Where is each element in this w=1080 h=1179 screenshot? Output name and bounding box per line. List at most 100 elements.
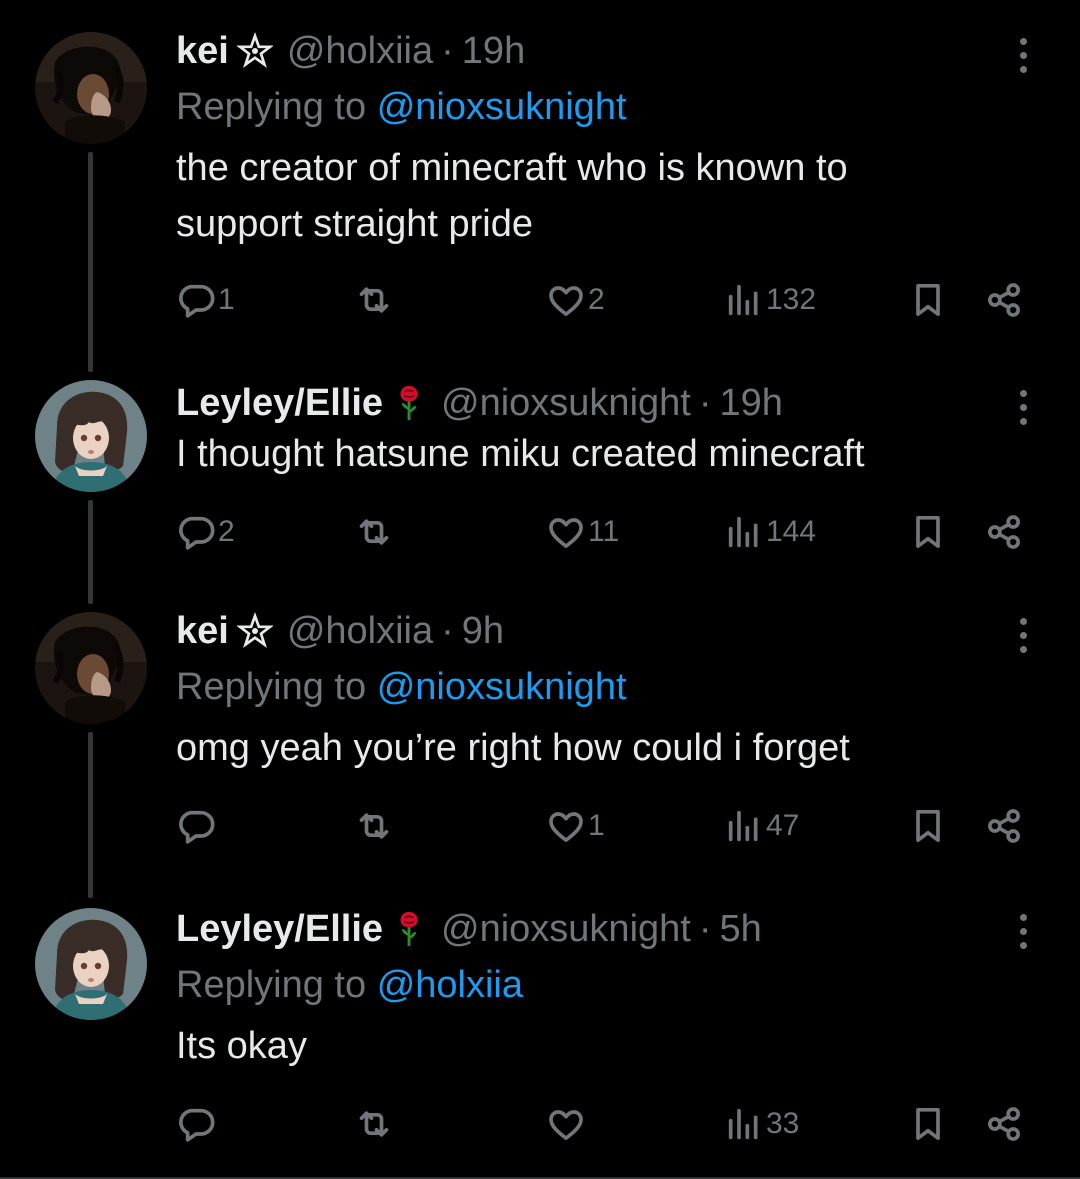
more-options-icon[interactable] — [1008, 38, 1038, 73]
tweet-text-line: the creator of minecraft who is known to — [176, 147, 848, 189]
retweet-button[interactable] — [354, 806, 396, 846]
action-bar: 1 47 — [176, 806, 1036, 852]
separator-dot: · — [441, 30, 454, 72]
reply-button[interactable] — [176, 1104, 218, 1144]
separator-dot: · — [698, 382, 712, 424]
user-handle[interactable]: @nioxsuknight — [441, 906, 691, 952]
pentagram-icon — [237, 31, 273, 71]
tweet-text-line: omg yeah you’re right how could i forget — [176, 727, 850, 769]
timestamp[interactable]: 19h — [462, 28, 525, 74]
display-name[interactable]: Leyley/Ellie — [176, 906, 383, 952]
replying-prefix: Replying to — [176, 666, 367, 708]
share-button[interactable] — [984, 1104, 1024, 1144]
avatar[interactable] — [35, 908, 147, 1020]
views-button[interactable]: 33 — [724, 1104, 799, 1144]
timestamp[interactable]: 9h — [462, 608, 504, 654]
display-name[interactable]: kei — [176, 608, 229, 654]
like-button[interactable] — [546, 1104, 588, 1144]
rose-icon — [391, 383, 427, 423]
bookmark-icon — [908, 512, 948, 552]
views-button[interactable]: 132 — [724, 280, 816, 320]
heart-icon — [546, 806, 586, 846]
tweet-text-line: Its okay — [176, 1025, 307, 1067]
tweet[interactable]: Leyley/Ellie @nioxsuknight · 5h Replying… — [176, 906, 1080, 1074]
user-handle[interactable]: @holxiia — [287, 28, 433, 74]
reply-icon — [176, 1104, 216, 1144]
avatar[interactable] — [35, 612, 147, 724]
view-count: 144 — [766, 515, 817, 548]
action-bar: 33 — [176, 1104, 1036, 1150]
share-button[interactable] — [984, 806, 1024, 846]
tweet[interactable]: Leyley/Ellie @nioxsuknight · 19h I thoug… — [176, 380, 1080, 482]
share-icon — [984, 280, 1024, 320]
reply-button[interactable]: 2 — [176, 512, 235, 552]
retweet-button[interactable] — [354, 1104, 396, 1144]
timestamp[interactable]: 5h — [720, 906, 762, 952]
bookmark-icon — [908, 280, 948, 320]
tweet-header: Leyley/Ellie @nioxsuknight · 19h — [176, 380, 1080, 426]
tweet[interactable]: kei @holxiia · 19h Replying to @nioxsukn… — [176, 28, 1080, 252]
action-bar: 1 2 132 — [176, 280, 1036, 326]
tweet-text-line: support straight pride — [176, 203, 533, 245]
bookmark-button[interactable] — [908, 512, 948, 552]
replying-to-link[interactable]: @holxiia — [377, 964, 523, 1006]
more-options-icon[interactable] — [1008, 618, 1038, 653]
like-button[interactable]: 1 — [546, 806, 605, 846]
display-name[interactable]: kei — [176, 28, 229, 74]
retweet-icon — [354, 1104, 394, 1144]
tweet[interactable]: kei @holxiia · 9h Replying to @nioxsukni… — [176, 608, 1080, 776]
replying-to: Replying to @nioxsuknight — [176, 664, 1080, 710]
replying-to-link[interactable]: @nioxsuknight — [377, 666, 627, 708]
reply-icon — [176, 280, 216, 320]
like-button[interactable]: 2 — [546, 280, 605, 320]
separator-dot: · — [441, 610, 454, 652]
views-icon — [724, 512, 764, 552]
share-button[interactable] — [984, 280, 1024, 320]
avatar[interactable] — [35, 380, 147, 492]
tweet-text: Its okay — [176, 1018, 1080, 1074]
views-icon — [724, 1104, 764, 1144]
replying-to: Replying to @holxiia — [176, 962, 1080, 1008]
more-options-icon[interactable] — [1008, 390, 1038, 425]
user-handle[interactable]: @nioxsuknight — [441, 380, 691, 426]
retweet-icon — [354, 280, 394, 320]
more-options-icon[interactable] — [1008, 914, 1038, 949]
user-handle[interactable]: @holxiia — [287, 608, 433, 654]
share-button[interactable] — [984, 512, 1024, 552]
views-button[interactable]: 144 — [724, 512, 816, 552]
display-name[interactable]: Leyley/Ellie — [176, 380, 383, 426]
pentagram-icon — [237, 611, 273, 651]
reply-icon — [176, 512, 216, 552]
timestamp[interactable]: 19h — [720, 380, 783, 426]
retweet-button[interactable] — [354, 512, 396, 552]
heart-icon — [546, 512, 586, 552]
bookmark-button[interactable] — [908, 806, 948, 846]
reply-button[interactable]: 1 — [176, 280, 235, 320]
tweet-text: I thought hatsune miku created minecraft — [176, 426, 1080, 482]
replying-to: Replying to @nioxsuknight — [176, 84, 1080, 130]
bookmark-icon — [908, 806, 948, 846]
action-bar: 2 11 144 — [176, 512, 1036, 558]
views-button[interactable]: 47 — [724, 806, 799, 846]
tweet-header: kei @holxiia · 9h — [176, 608, 1080, 654]
rose-icon — [391, 909, 427, 949]
retweet-icon — [354, 806, 394, 846]
thread-connector-line — [88, 152, 93, 372]
thread-connector-line — [88, 500, 93, 604]
reply-count: 1 — [218, 283, 235, 316]
heart-icon — [546, 280, 586, 320]
reply-button[interactable] — [176, 806, 218, 846]
share-icon — [984, 1104, 1024, 1144]
bookmark-button[interactable] — [908, 280, 948, 320]
heart-icon — [546, 1104, 586, 1144]
replying-to-link[interactable]: @nioxsuknight — [377, 86, 627, 128]
bookmark-button[interactable] — [908, 1104, 948, 1144]
retweet-button[interactable] — [354, 280, 396, 320]
like-button[interactable]: 11 — [546, 512, 619, 552]
replying-prefix: Replying to — [176, 964, 367, 1006]
tweet-text-line: I thought hatsune miku created minecraft — [176, 433, 865, 475]
tweet-header: Leyley/Ellie @nioxsuknight · 5h — [176, 906, 1080, 952]
separator-dot: · — [698, 908, 712, 950]
views-icon — [724, 280, 764, 320]
avatar[interactable] — [35, 32, 147, 144]
